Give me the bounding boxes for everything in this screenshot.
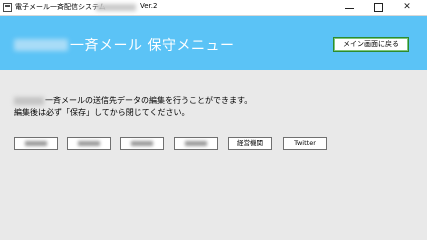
header-title-redacted: [14, 39, 68, 51]
close-button[interactable]: ✕: [396, 0, 418, 15]
maximize-button[interactable]: [367, 0, 389, 15]
maximize-icon: [373, 3, 383, 12]
return-to-main-button[interactable]: メイン画面に戻る: [333, 37, 409, 52]
description-line-2: 編集後は必ず「保存」してから閉じてください。: [14, 108, 190, 117]
window-title-bar: 電子メール一斉配信システム Ver.2 ✕: [0, 0, 427, 16]
page-title: 一斉メール 保守メニュー: [70, 38, 235, 54]
management-org-button[interactable]: 経営機関: [228, 137, 272, 150]
description-text-1: 一斉メールの送信先データの編集を行うことができます。: [45, 96, 253, 105]
maintenance-button-3[interactable]: [120, 137, 164, 150]
maintenance-button-4[interactable]: [174, 137, 218, 150]
button-label-redacted: [25, 140, 47, 146]
button-label-redacted: [185, 140, 207, 146]
window-title: 電子メール一斉配信システム: [15, 3, 106, 11]
header-banner: 一斉メール 保守メニュー メイン画面に戻る: [0, 16, 427, 70]
minimize-icon: [344, 8, 354, 9]
description-line-1: 一斉メールの送信先データの編集を行うことができます。: [14, 95, 252, 106]
button-label-redacted: [78, 140, 100, 146]
maintenance-button-2[interactable]: [67, 137, 111, 150]
button-label-redacted: [131, 140, 153, 146]
minimize-button[interactable]: [338, 0, 360, 15]
maintenance-button-1[interactable]: [14, 137, 58, 150]
description-redacted: [14, 96, 44, 105]
app-window-icon: [3, 3, 12, 12]
window-version: Ver.2: [140, 2, 158, 10]
window-title-redacted: [96, 4, 136, 11]
twitter-button[interactable]: Twitter: [283, 137, 327, 150]
